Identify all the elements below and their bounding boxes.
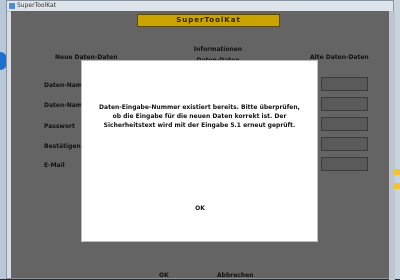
old-confirm-field[interactable] (321, 137, 368, 151)
taskbar-marker-icon-2 (393, 183, 400, 189)
old-name-field-2[interactable] (321, 97, 368, 111)
old-email-field[interactable] (321, 157, 368, 171)
old-name-field[interactable] (321, 77, 368, 91)
row-label-name-2: Daten-Name (44, 102, 87, 109)
old-password-field[interactable] (321, 117, 368, 131)
taskbar-marker-icon (393, 169, 400, 175)
app-icon (9, 3, 15, 9)
window-title: SuperToolKat (17, 2, 57, 9)
row-label-confirm: Bestätigen (44, 143, 81, 150)
alert-dialog: Daten-Eingabe-Nummer existiert bereits. … (82, 61, 317, 241)
row-label-name-1: Daten-Name (44, 82, 87, 89)
row-label-email: E-Mail (44, 162, 65, 169)
row-label-password: Passwort (44, 123, 75, 130)
column-header-old: Alte Daten-Daten (310, 54, 369, 61)
window-scroll-edge[interactable] (389, 11, 395, 280)
dialog-message: Daten-Eingabe-Nummer existiert bereits. … (99, 104, 300, 129)
dialog-ok-button[interactable]: OK (194, 205, 206, 213)
page-heading: SuperToolKat (137, 14, 280, 27)
